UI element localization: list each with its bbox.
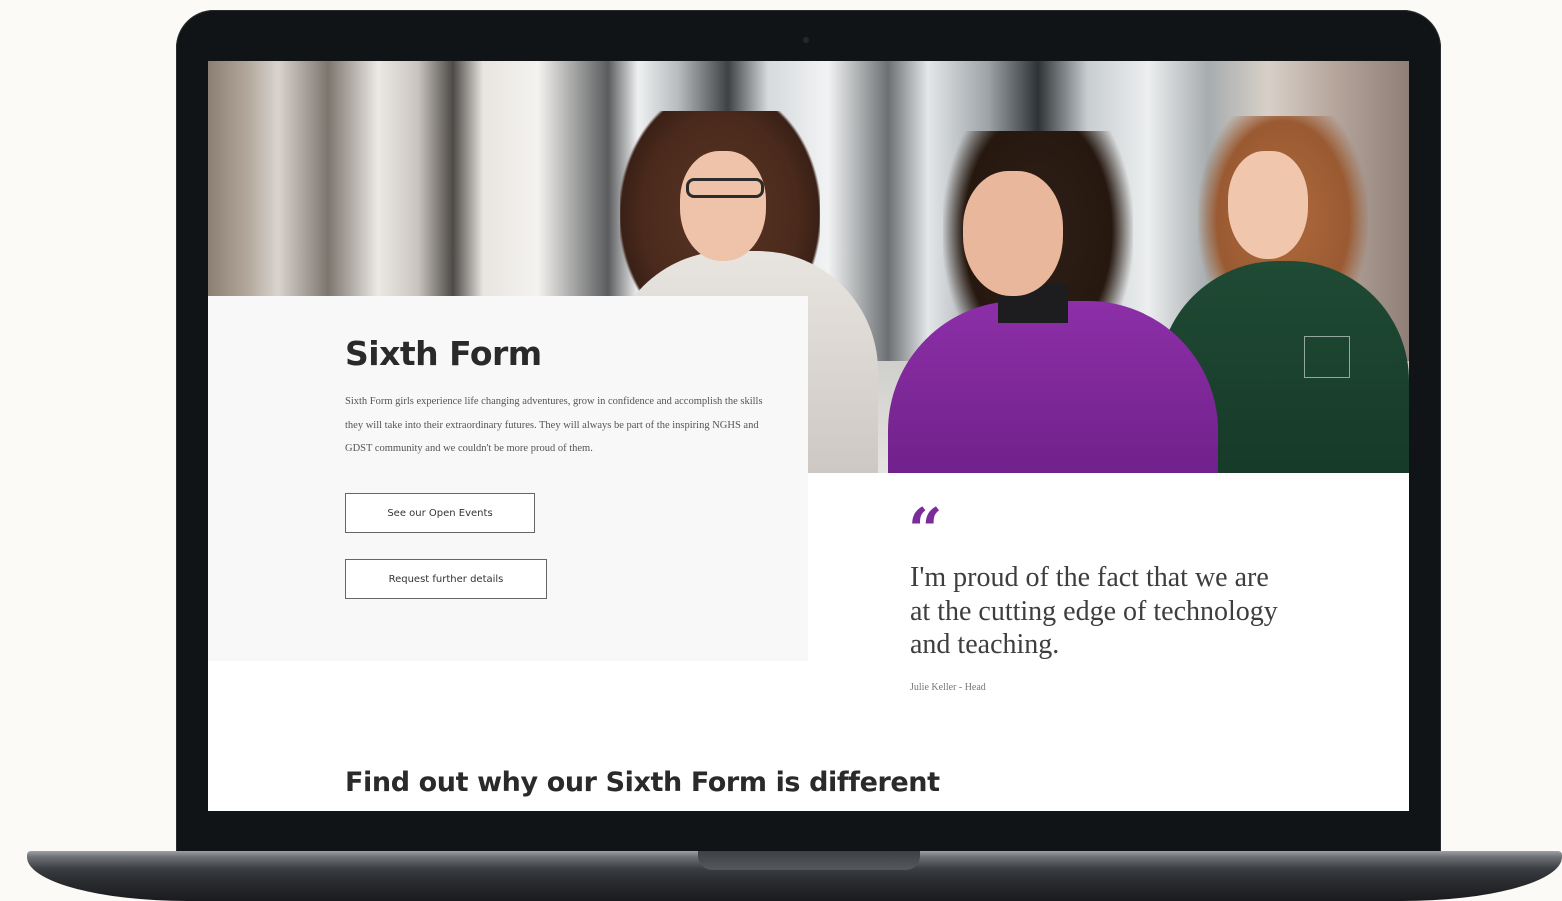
photo-student-face: [963, 171, 1063, 296]
quote-text: I'm proud of the fact that we are at the…: [910, 562, 1278, 660]
open-events-button[interactable]: See our Open Events: [345, 493, 535, 533]
laptop-mockup: Sixth Form Sixth Form girls experience l…: [0, 0, 1562, 901]
photo-hoodie-crest: [1304, 336, 1350, 378]
photo-glasses: [686, 178, 764, 198]
laptop-screen: Sixth Form Sixth Form girls experience l…: [208, 61, 1409, 811]
section-heading: Find out why our Sixth Form is different: [345, 767, 940, 798]
photo-student-face: [1228, 151, 1308, 259]
laptop-notch: [698, 851, 920, 870]
quote-icon: “: [908, 496, 943, 566]
request-details-button[interactable]: Request further details: [345, 559, 547, 599]
camera-icon: [803, 37, 809, 43]
photo-student-face: [680, 151, 766, 261]
intro-paragraph: Sixth Form girls experience life changin…: [345, 396, 763, 454]
photo-student-body: [888, 301, 1218, 473]
quote-author: Julie Keller - Head: [910, 682, 986, 693]
page-title: Sixth Form: [345, 334, 542, 373]
